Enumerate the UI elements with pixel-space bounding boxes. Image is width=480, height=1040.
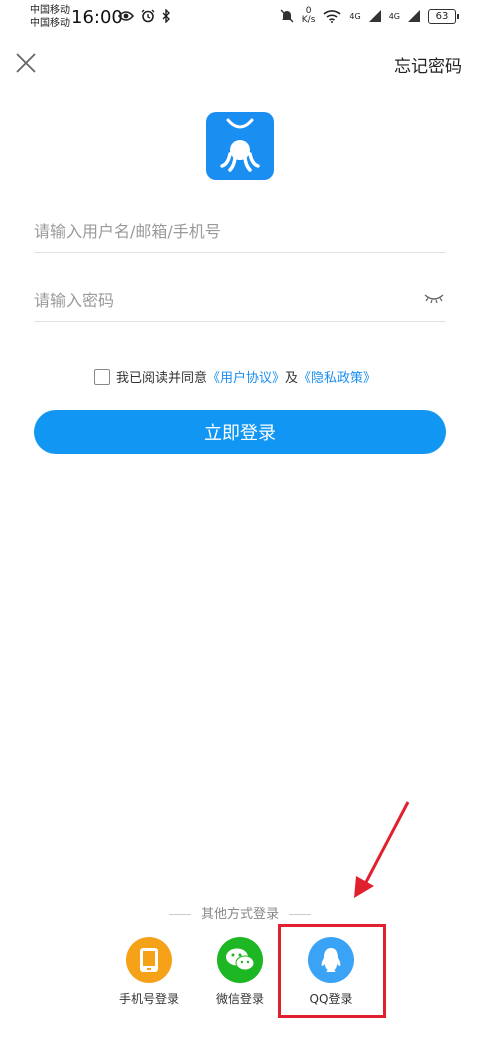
phone-icon <box>140 948 158 972</box>
wechat-login-option[interactable]: 微信登录 <box>194 937 286 1007</box>
password-field-wrap <box>34 281 446 322</box>
phone-login-label: 手机号登录 <box>118 992 179 1006</box>
status-icons-left <box>118 9 171 23</box>
app-logo <box>206 112 274 180</box>
password-input[interactable] <box>34 281 446 319</box>
wechat-login-circle <box>217 937 263 983</box>
other-login-title: 其他方式登录 <box>0 903 480 922</box>
agreement-row: 我已阅读并同意 《用户协议》 及 《隐私政策》 <box>94 367 376 386</box>
annotation-highlight-box <box>278 924 386 1018</box>
carrier-info: 中国移动 中国移动 <box>30 4 70 30</box>
close-icon[interactable] <box>14 51 38 75</box>
username-field-wrap <box>34 212 446 253</box>
signal-1-label: 4G <box>349 11 361 21</box>
bluetooth-icon <box>162 9 170 23</box>
divider-right <box>289 914 311 915</box>
battery-indicator: 63 <box>428 8 459 24</box>
alarm-icon <box>141 9 155 23</box>
signal-1-icon <box>368 10 381 22</box>
agree-prefix: 我已阅读并同意 <box>116 371 208 386</box>
wifi-icon <box>323 9 341 23</box>
wechat-icon <box>226 948 255 971</box>
login-button[interactable]: 立即登录 <box>34 410 446 454</box>
net-speed: 0 K/s <box>302 7 316 25</box>
phone-login-circle <box>126 937 172 983</box>
wechat-login-label: 微信登录 <box>215 992 264 1006</box>
username-input[interactable] <box>34 212 446 250</box>
agree-checkbox[interactable] <box>94 368 110 385</box>
carrier-1: 中国移动 <box>30 5 70 16</box>
signal-2-icon <box>408 10 420 22</box>
annotation-arrow <box>354 801 410 898</box>
status-bar: 中国移动 中国移动 16:00 0 K/s 4G 4G 63 <box>0 0 480 36</box>
clock: 16:00 <box>71 7 123 28</box>
status-icons-right: 0 K/s 4G 4G 63 <box>280 7 459 25</box>
signal-2-label: 4G <box>388 11 400 21</box>
other-login-label: 其他方式登录 <box>200 907 279 922</box>
octopus-bag-icon <box>220 118 260 172</box>
show-password-icon[interactable] <box>424 291 444 305</box>
privacy-policy-link[interactable]: 《隐私政策》 <box>298 367 376 386</box>
phone-login-option[interactable]: 手机号登录 <box>103 937 195 1007</box>
carrier-2: 中国移动 <box>30 18 70 29</box>
forgot-password-link[interactable]: 忘记密码 <box>394 52 462 77</box>
eye-comfort-icon <box>118 11 134 21</box>
mute-icon <box>280 9 294 23</box>
user-agreement-link[interactable]: 《用户协议》 <box>207 367 285 386</box>
net-speed-unit: K/s <box>301 15 316 25</box>
agree-and: 及 <box>285 371 299 386</box>
divider-left <box>168 914 191 915</box>
